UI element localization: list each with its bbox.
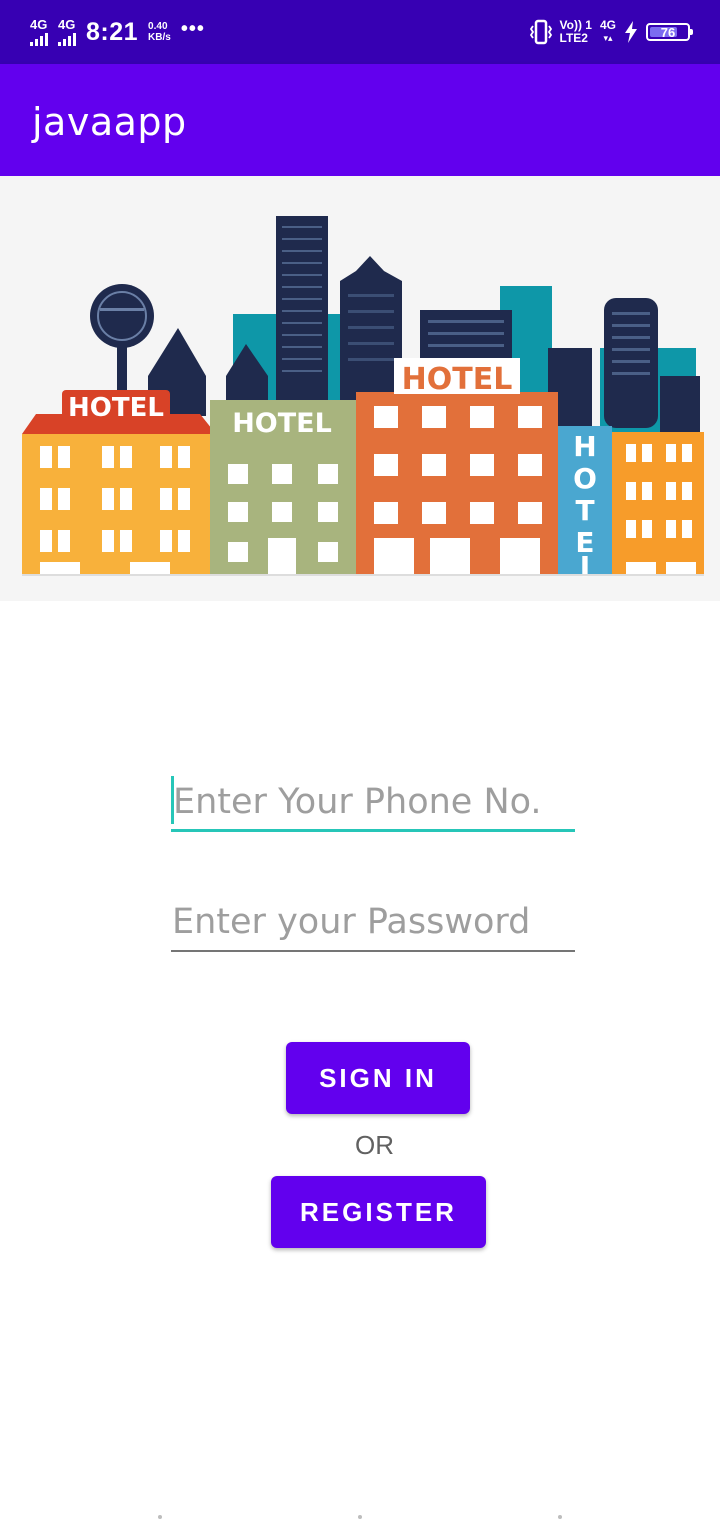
hotel-city-illustration: HOTEL HOTEL HOTEL HOT EI bbox=[22, 216, 704, 583]
battery-icon: 76 bbox=[646, 23, 693, 41]
svg-text:I: I bbox=[580, 550, 590, 583]
register-label: REGISTER bbox=[300, 1196, 457, 1227]
clock: 8:21 bbox=[86, 17, 139, 46]
network-speed: 0.40 KB/s bbox=[148, 21, 171, 43]
phone-input-underline bbox=[171, 829, 575, 832]
data-network-icon: 4G ▾▴ bbox=[599, 18, 616, 44]
svg-text:HOTEL: HOTEL bbox=[232, 408, 332, 439]
battery-level: 76 bbox=[660, 24, 676, 40]
phone-input[interactable]: Enter Your Phone No. bbox=[171, 772, 575, 832]
signal-1-icon: 4G bbox=[30, 18, 48, 46]
svg-text:T: T bbox=[575, 494, 594, 527]
network-speed-value: 0.40 bbox=[148, 21, 168, 32]
volte-bottom: LTE2 bbox=[559, 31, 588, 45]
svg-text:O: O bbox=[573, 462, 597, 495]
app-bar: javaapp bbox=[0, 64, 720, 176]
charging-icon bbox=[625, 21, 637, 43]
app-title: javaapp bbox=[32, 100, 187, 144]
password-input-underline bbox=[171, 950, 575, 952]
more-notifications-icon: ••• bbox=[180, 17, 205, 40]
svg-text:HOTEL: HOTEL bbox=[402, 362, 513, 397]
data-network-label: 4G bbox=[599, 18, 616, 32]
nav-dot-right bbox=[558, 1515, 562, 1519]
sign-in-label: SIGN IN bbox=[319, 1062, 437, 1093]
status-right: Vo)) 1 LTE2 4G ▾▴ 76 bbox=[529, 16, 693, 48]
svg-text:HOTEL: HOTEL bbox=[68, 393, 164, 423]
volte-indicator: Vo)) 1 LTE2 bbox=[560, 19, 592, 45]
status-bar: 4G 4G 8:21 0.40 KB/s ••• Vo)) 1 LTE2 4G … bbox=[0, 0, 720, 64]
signal-2-icon: 4G bbox=[58, 18, 76, 46]
gesture-nav-hint bbox=[0, 1512, 720, 1520]
svg-text:H: H bbox=[573, 430, 596, 463]
sign-in-button[interactable]: SIGN IN bbox=[286, 1042, 470, 1114]
vibrate-icon bbox=[529, 19, 552, 45]
network-type-1: 4G bbox=[30, 17, 48, 32]
status-left: 4G 4G 8:21 0.40 KB/s ••• bbox=[30, 14, 205, 50]
network-speed-unit: KB/s bbox=[148, 32, 171, 43]
nav-dot-left bbox=[158, 1515, 162, 1519]
phone-input-placeholder: Enter Your Phone No. bbox=[173, 782, 542, 822]
hotel-banner-image: HOTEL HOTEL HOTEL H O T E I bbox=[0, 176, 720, 601]
nav-dot-center bbox=[358, 1515, 362, 1519]
network-type-2: 4G bbox=[58, 17, 76, 32]
register-button[interactable]: REGISTER bbox=[271, 1176, 486, 1248]
password-input[interactable]: Enter your Password bbox=[171, 892, 575, 952]
or-separator: OR bbox=[355, 1130, 394, 1160]
password-input-placeholder: Enter your Password bbox=[172, 902, 531, 942]
